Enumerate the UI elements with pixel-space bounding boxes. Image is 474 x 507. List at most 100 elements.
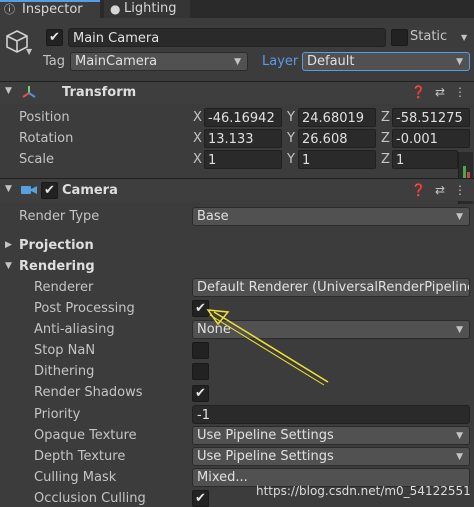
rotation-x-field[interactable]: 13.133 — [204, 129, 282, 148]
stop-nan-label: Stop NaN — [34, 343, 96, 358]
depth-texture-value: Use Pipeline Settings — [197, 449, 334, 464]
render-shadows-label: Render Shadows — [34, 385, 143, 400]
axis-x-label[interactable]: X — [193, 131, 202, 146]
camera-icon — [21, 186, 37, 194]
axis-x-label[interactable]: X — [193, 110, 202, 125]
lightbulb-icon: ● — [110, 2, 121, 16]
antialiasing-label: Anti-aliasing — [34, 322, 115, 337]
presets-icon[interactable]: ⇄ — [433, 85, 447, 99]
priority-label: Priority — [34, 407, 81, 422]
position-y-field[interactable]: 24.68019 — [298, 108, 376, 127]
occlusion-culling-toggle[interactable]: ✔ — [192, 490, 209, 507]
layer-dropdown[interactable]: Default ▼ — [302, 52, 470, 71]
tab-lighting-label: Lighting — [124, 1, 177, 16]
object-name-input[interactable]: Main Camera — [68, 28, 386, 47]
info-icon: ⓘ — [4, 3, 15, 16]
object-name-text: Main Camera — [73, 31, 160, 46]
tab-lighting[interactable]: ● Lighting — [104, 0, 190, 18]
checkmark-icon: ✔ — [49, 30, 60, 45]
rotation-y-value: 26.608 — [302, 132, 348, 147]
scale-label: Scale — [19, 152, 54, 167]
foldout-arrow-icon[interactable]: ▼ — [5, 86, 12, 96]
tab-inspector-label: Inspector — [22, 2, 83, 17]
rotation-z-value: -0.001 — [396, 132, 438, 147]
axis-z-label[interactable]: Z — [381, 110, 390, 125]
camera-title: Camera — [62, 183, 118, 198]
axis-z-label[interactable]: Z — [381, 152, 390, 167]
tag-label: Tag — [43, 54, 66, 69]
checkmark-icon: ✔ — [195, 491, 206, 506]
presets-icon[interactable]: ⇄ — [433, 183, 447, 197]
axis-z-label[interactable]: Z — [381, 131, 390, 146]
checkmark-icon: ✔ — [44, 183, 55, 198]
foldout-arrow-icon[interactable]: ▶ — [5, 240, 12, 250]
active-toggle[interactable]: ✔ — [46, 29, 63, 46]
layer-value: Default — [307, 54, 355, 69]
kebab-menu-icon[interactable]: ⋮ — [453, 85, 467, 99]
help-icon[interactable]: ❓ — [411, 183, 426, 197]
occlusion-culling-label: Occlusion Culling — [34, 491, 146, 506]
scale-x-field[interactable]: 1 — [204, 150, 282, 169]
rendering-foldout[interactable]: Rendering — [19, 259, 95, 274]
opaque-texture-value: Use Pipeline Settings — [197, 428, 334, 443]
transform-axes-icon — [22, 86, 36, 98]
rotation-label: Rotation — [19, 131, 74, 146]
chevron-down-icon: ▼ — [456, 212, 463, 222]
rotation-y-field[interactable]: 26.608 — [298, 129, 376, 148]
scale-y-value: 1 — [302, 153, 311, 168]
axis-y-label[interactable]: Y — [287, 131, 295, 146]
watermark-text: https://blog.csdn.net/m0_54122551 — [256, 484, 471, 498]
rotation-z-field[interactable]: -0.001 — [392, 129, 470, 148]
static-toggle[interactable] — [391, 29, 408, 46]
chevron-down-icon: ▼ — [456, 325, 463, 335]
foldout-arrow-icon[interactable]: ▼ — [5, 184, 12, 194]
static-label: Static — [410, 29, 448, 44]
axis-y-label[interactable]: Y — [287, 110, 295, 125]
projection-foldout[interactable]: Projection — [19, 238, 94, 253]
tab-inspector[interactable]: ⓘ Inspector — [0, 0, 100, 18]
dithering-label: Dithering — [34, 364, 95, 379]
layer-label: Layer — [262, 54, 299, 69]
render-type-value: Base — [197, 209, 229, 224]
rotation-x-value: 13.133 — [208, 132, 254, 147]
priority-input[interactable]: -1 — [192, 405, 470, 424]
chevron-down-icon: ▼ — [456, 431, 463, 441]
position-label: Position — [19, 110, 70, 125]
opaque-texture-label: Opaque Texture — [34, 428, 137, 443]
culling-mask-label: Culling Mask — [34, 470, 117, 485]
renderer-dropdown[interactable]: Default Renderer (UniversalRenderPipelin… — [192, 278, 470, 297]
axis-y-label[interactable]: Y — [287, 152, 295, 167]
render-type-dropdown[interactable]: Base ▼ — [192, 207, 470, 226]
chevron-down-icon[interactable]: ▼ — [461, 33, 467, 42]
tag-dropdown[interactable]: MainCamera ▼ — [70, 52, 248, 71]
scale-z-value: 1 — [396, 153, 405, 168]
axis-x-label[interactable]: X — [193, 152, 202, 167]
kebab-menu-icon[interactable]: ⋮ — [453, 183, 467, 197]
chevron-down-icon: ▼ — [456, 452, 463, 462]
renderer-value: Default Renderer (UniversalRenderPipelin… — [197, 280, 470, 295]
chevron-down-icon: ▼ — [234, 57, 241, 67]
position-y-value: 24.68019 — [302, 111, 365, 126]
culling-mask-value: Mixed... — [197, 470, 248, 485]
renderer-label: Renderer — [34, 280, 94, 295]
camera-enabled-toggle[interactable]: ✔ — [41, 182, 58, 199]
scale-y-field[interactable]: 1 — [298, 150, 376, 169]
depth-texture-label: Depth Texture — [34, 449, 126, 464]
foldout-arrow-icon[interactable]: ▼ — [5, 261, 12, 271]
priority-value: -1 — [197, 408, 210, 423]
help-icon[interactable]: ❓ — [411, 85, 426, 99]
chevron-down-icon[interactable]: ▼ — [26, 47, 32, 56]
chevron-down-icon: ▼ — [456, 57, 463, 67]
depth-texture-dropdown[interactable]: Use Pipeline Settings ▼ — [192, 447, 470, 466]
position-z-field[interactable]: -58.51275 — [392, 108, 470, 127]
yellow-arrow-icon — [206, 309, 329, 386]
position-z-value: -58.51275 — [396, 111, 463, 126]
transform-title: Transform — [62, 85, 137, 100]
tag-value: MainCamera — [75, 54, 158, 69]
render-type-label: Render Type — [19, 209, 100, 224]
post-processing-label: Post Processing — [34, 301, 135, 316]
opaque-texture-dropdown[interactable]: Use Pipeline Settings ▼ — [192, 426, 470, 445]
scale-x-value: 1 — [208, 153, 217, 168]
scale-z-field[interactable]: 1 — [392, 150, 458, 169]
position-x-field[interactable]: -46.16942 — [204, 108, 282, 127]
